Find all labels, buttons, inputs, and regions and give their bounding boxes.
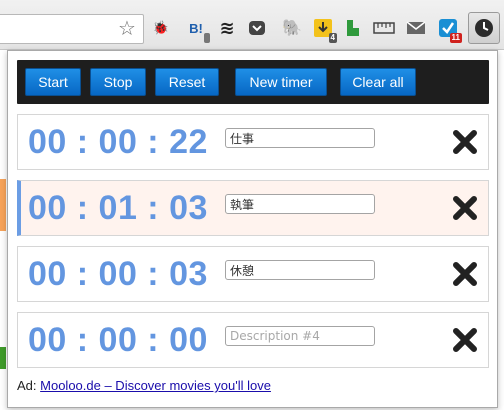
description-input[interactable]	[225, 194, 375, 214]
description-input[interactable]	[225, 326, 375, 346]
download-icon[interactable]: 4	[312, 17, 337, 43]
ad-label: Ad:	[17, 378, 37, 393]
feedly-icon[interactable]	[342, 17, 364, 39]
close-icon[interactable]	[450, 193, 480, 223]
timer-display: 00 : 01 : 03	[28, 189, 208, 227]
timer-display: 00 : 00 : 22	[28, 123, 208, 161]
timer-row: 00 : 00 : 00	[17, 312, 489, 368]
close-icon[interactable]	[450, 259, 480, 289]
evernote-icon[interactable]: 🐘	[281, 17, 303, 39]
bitly-icon[interactable]: B!	[185, 17, 210, 43]
stop-button[interactable]: Stop	[90, 68, 146, 96]
clear-all-button[interactable]: Clear all	[340, 68, 416, 96]
timer-display: 00 : 00 : 00	[28, 321, 208, 359]
timer-row: 00 : 00 : 03	[17, 246, 489, 302]
ruler-icon[interactable]	[373, 17, 395, 39]
download-badge: 4	[328, 33, 337, 43]
buffer-stack-icon[interactable]: ≋	[216, 17, 238, 39]
bookmark-star-icon[interactable]: ☆	[118, 14, 136, 44]
timer-popup: Start Stop Reset New timer Clear all 00 …	[7, 50, 498, 408]
description-input[interactable]	[225, 260, 375, 280]
timer-display: 00 : 00 : 03	[28, 255, 208, 293]
checkbox-badge: 11	[449, 33, 462, 43]
page-background	[0, 51, 7, 410]
bug-icon[interactable]: 🐞	[150, 17, 172, 39]
page-accent-orange	[0, 179, 6, 231]
start-button[interactable]: Start	[25, 68, 81, 96]
clock-icon[interactable]	[468, 12, 500, 44]
checkbox-icon[interactable]: 11	[437, 17, 462, 43]
new-timer-button[interactable]: New timer	[235, 68, 327, 96]
ad-link[interactable]: Mooloo.de – Discover movies you'll love	[40, 378, 271, 393]
browser-toolbar: ☆ 🐞 B! ≋ 🐘 4 11	[0, 0, 504, 50]
description-input[interactable]	[225, 128, 375, 148]
close-icon[interactable]	[450, 127, 480, 157]
timer-row: 00 : 00 : 22	[17, 114, 489, 170]
close-icon[interactable]	[450, 325, 480, 355]
timer-toolbar: Start Stop Reset New timer Clear all	[17, 60, 489, 104]
timer-row-active: 00 : 01 : 03	[17, 180, 489, 236]
reset-button[interactable]: Reset	[155, 68, 219, 96]
ad-line: Ad: Mooloo.de – Discover movies you'll l…	[17, 378, 271, 393]
mail-icon[interactable]	[405, 17, 427, 39]
page-accent-green	[0, 347, 6, 369]
pocket-icon[interactable]	[246, 17, 268, 39]
